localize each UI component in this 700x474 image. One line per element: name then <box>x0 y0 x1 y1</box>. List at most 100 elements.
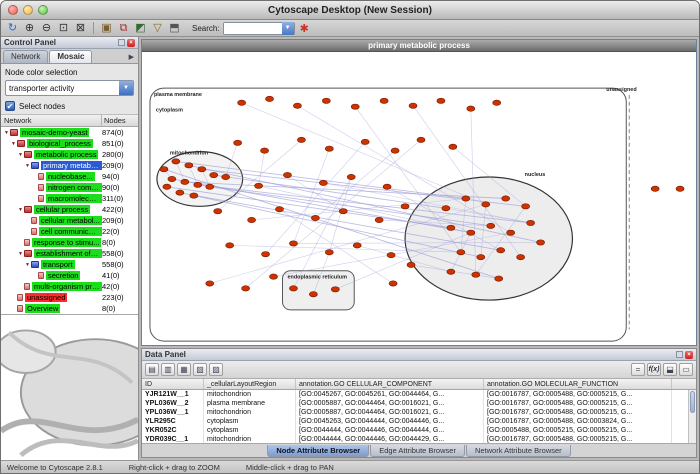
table-cell[interactable]: YPL036W__2 <box>142 399 204 408</box>
network-node[interactable] <box>527 220 535 225</box>
equation-icon[interactable]: = <box>631 363 645 376</box>
zoom-in-icon[interactable]: ⊕ <box>22 21 37 35</box>
tree-item[interactable]: ▼mosaic-demo-yeast874(0) <box>1 127 138 138</box>
unselect-attributes-icon[interactable]: ▥ <box>161 363 175 376</box>
tab-network[interactable]: Network <box>3 50 48 63</box>
network-node[interactable] <box>339 209 347 214</box>
network-node[interactable] <box>383 184 391 189</box>
select-nodes-checkbox[interactable]: ✔ <box>5 101 15 111</box>
network-node[interactable] <box>676 186 684 191</box>
tree-item[interactable]: ▼establishment of lo...558(0) <box>1 248 138 259</box>
titlebar[interactable]: Cytoscape Desktop (New Session) <box>1 1 699 20</box>
network-node[interactable] <box>502 196 510 201</box>
table-cell[interactable]: YKR052C <box>142 426 204 435</box>
network-canvas[interactable]: plasma membranecytoplasmmitochondrionnuc… <box>142 52 696 345</box>
network-node[interactable] <box>160 167 168 172</box>
network-node[interactable] <box>391 148 399 153</box>
network-node[interactable] <box>401 204 409 209</box>
tree-expand-icon[interactable]: ▼ <box>17 207 24 213</box>
tree-item[interactable]: secretion41(0) <box>1 270 138 281</box>
network-node[interactable] <box>262 252 270 257</box>
network-node[interactable] <box>297 137 305 142</box>
network-node[interactable] <box>190 193 198 198</box>
network-node[interactable] <box>311 215 319 220</box>
network-node[interactable] <box>234 140 242 145</box>
tree-item[interactable]: cellular metabol...209(0) <box>1 215 138 226</box>
tree-item[interactable]: ▼metabolic process280(0) <box>1 149 138 160</box>
network-node[interactable] <box>206 184 214 189</box>
network-node[interactable] <box>168 176 176 181</box>
network-node[interactable] <box>266 96 274 101</box>
network-node[interactable] <box>472 272 480 277</box>
network-node[interactable] <box>270 274 278 279</box>
node-color-dropdown[interactable]: transporter activity ▼ <box>5 80 134 96</box>
network-node[interactable] <box>497 248 505 253</box>
tree-expand-icon[interactable]: ▼ <box>3 130 10 136</box>
network-node[interactable] <box>238 100 246 105</box>
table-cell[interactable]: [GO:0045267, GO:0045261, GO:0044464, G..… <box>296 390 484 399</box>
table-cell[interactable]: mitochondrion <box>204 390 296 399</box>
column-header[interactable]: annotation.GO MOLECULAR_FUNCTION <box>484 379 672 389</box>
search-dropdown-icon[interactable]: ▼ <box>282 22 294 35</box>
table-cell[interactable]: [GO:0045263, GO:0044444, GO:0044446, G..… <box>296 417 484 426</box>
close-panel-icon[interactable]: × <box>127 39 135 47</box>
filter-icon[interactable]: ▽ <box>150 21 165 35</box>
table-cell[interactable]: YJR121W__1 <box>142 390 204 399</box>
tab-edge-attribute-browser[interactable]: Edge Attribute Browser <box>370 445 465 457</box>
table-cell[interactable]: [GO:0016787, GO:0005488, GO:0005215, G..… <box>484 435 672 444</box>
tree-item[interactable]: cell communicat...22(0) <box>1 226 138 237</box>
tree-item[interactable]: nucleobase...94(0) <box>1 171 138 182</box>
tab-scroll-right-icon[interactable]: ▶ <box>129 53 136 63</box>
network-node[interactable] <box>477 254 485 259</box>
network-node[interactable] <box>261 148 269 153</box>
table-cell[interactable]: [GO:0016787, GO:0005488, GO:0005215, G..… <box>484 390 672 399</box>
network-node[interactable] <box>185 163 193 168</box>
network-node[interactable] <box>325 146 333 151</box>
network-node[interactable] <box>495 276 503 281</box>
network-node[interactable] <box>325 250 333 255</box>
column-header[interactable]: ID <box>142 379 204 389</box>
tree-item[interactable]: ▼biological_process851(0) <box>1 138 138 149</box>
maximize-window-icon[interactable] <box>38 5 48 15</box>
network-node[interactable] <box>181 179 189 184</box>
network-node[interactable] <box>389 281 397 286</box>
table-cell[interactable]: [GO:0005887, GO:0044464, GO:0016021, G..… <box>296 408 484 417</box>
table-cell[interactable]: [GO:0005488, GO:0005215, GO:0005215, G..… <box>484 426 672 435</box>
table-cell[interactable]: [GO:0005887, GO:0044464, GO:0016021, G..… <box>296 399 484 408</box>
network-node[interactable] <box>242 286 250 291</box>
network-node[interactable] <box>198 167 206 172</box>
tree-item[interactable]: ▼transport558(0) <box>1 259 138 270</box>
import-icon[interactable]: ⬓ <box>663 363 677 376</box>
tree-item[interactable]: Overview8(0) <box>1 303 138 314</box>
network-node[interactable] <box>283 172 291 177</box>
tree-item[interactable]: macromolecule...311(0) <box>1 193 138 204</box>
tree-item[interactable]: response to stimu...8(0) <box>1 237 138 248</box>
clear-icon[interactable]: ▨ <box>209 363 223 376</box>
table-cell[interactable]: [GO:0044444, GO:0044446, GO:0044429, G..… <box>296 435 484 444</box>
network-node[interactable] <box>353 243 361 248</box>
network-node[interactable] <box>387 253 395 258</box>
network-node[interactable] <box>380 98 388 103</box>
tree-item[interactable]: multi-organism pro...42(0) <box>1 281 138 292</box>
new-attribute-icon[interactable]: ▦ <box>177 363 191 376</box>
table-cell[interactable]: [GO:0016787, GO:0005488, GO:0005215, G..… <box>484 408 672 417</box>
network-node[interactable] <box>409 103 417 108</box>
table-cell[interactable]: YPL036W__1 <box>142 408 204 417</box>
network-node[interactable] <box>407 262 415 267</box>
table-row[interactable]: YPL036W__1mitochondrion[GO:0005887, GO:0… <box>142 408 696 417</box>
delete-attribute-icon[interactable]: ▧ <box>193 363 207 376</box>
network-node[interactable] <box>467 230 475 235</box>
network-node[interactable] <box>276 207 284 212</box>
network-node[interactable] <box>487 223 495 228</box>
table-row[interactable]: YKR052Ccytoplasm[GO:0044444, GO:0044446,… <box>142 426 696 435</box>
table-row[interactable]: YPL036W__2plasma membrane[GO:0005887, GO… <box>142 399 696 408</box>
close-panel-icon[interactable]: × <box>685 351 693 359</box>
tree-item[interactable]: ▼cellular process422(0) <box>1 204 138 215</box>
table-row[interactable]: YJR121W__1mitochondrion[GO:0045267, GO:0… <box>142 390 696 399</box>
network-node[interactable] <box>319 180 327 185</box>
network-node[interactable] <box>522 204 530 209</box>
zoom-out-icon[interactable]: ⊖ <box>39 21 54 35</box>
network-node[interactable] <box>482 202 490 207</box>
plugins-icon[interactable]: ⬒ <box>167 21 182 35</box>
network-node[interactable] <box>437 98 445 103</box>
